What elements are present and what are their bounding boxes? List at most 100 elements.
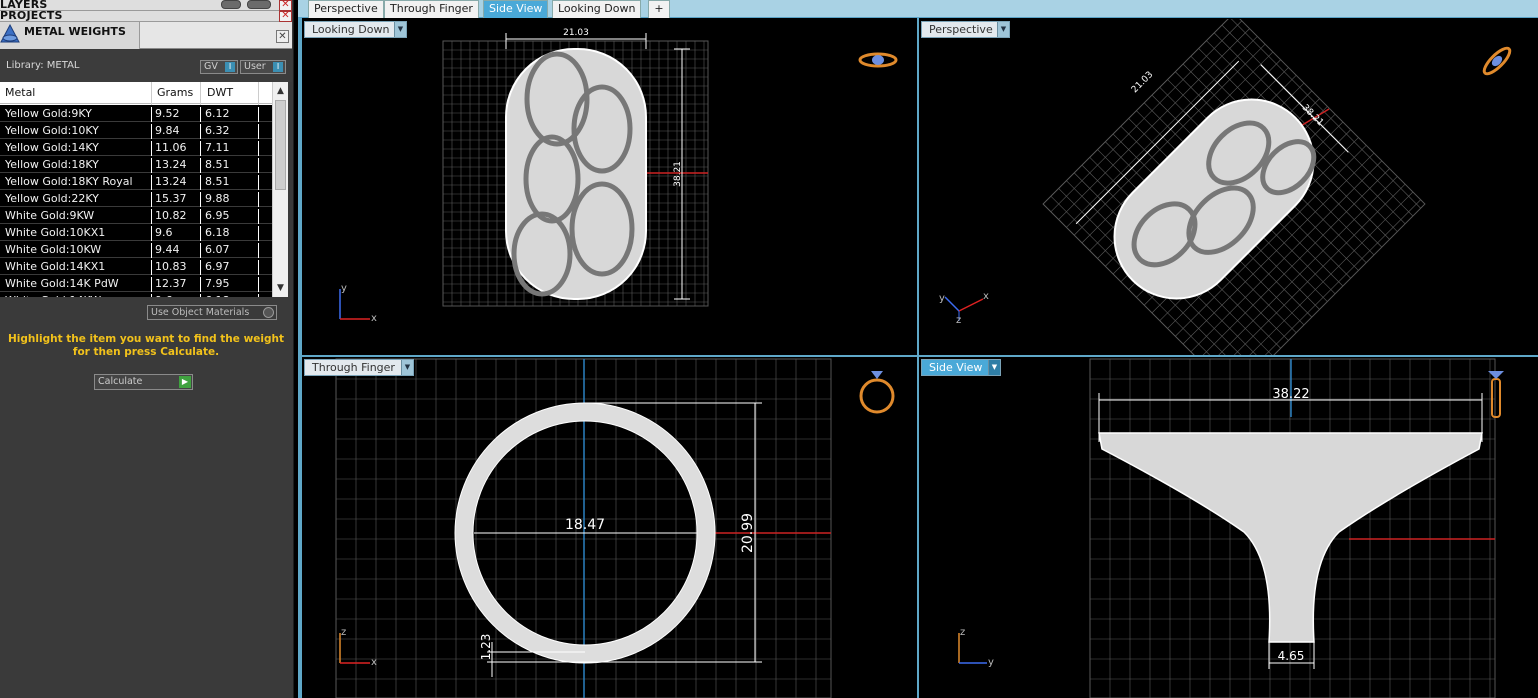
cell-dwt: 7.95 [205,277,230,290]
tab-side-view[interactable]: Side View [483,0,549,18]
scroll-down-icon[interactable]: ▼ [273,281,288,295]
tf-view-cube-icon[interactable] [859,371,895,414]
calculate-button[interactable]: Calculate ▶ [94,374,193,390]
scroll-thumb[interactable] [275,100,286,190]
library-row: Library: METAL GV I User I [0,50,292,82]
metal-weights-title: METAL WEIGHTS [24,25,126,38]
metal-weights-panel: LAYERS ✕ PROJECTS ✕ METAL WEIGHTS ✕ Libr… [0,0,294,698]
table-row[interactable]: White Gold:9KW 10.82 6.95 [0,207,272,226]
projects-close-icon[interactable]: ✕ [279,11,292,22]
cell-metal: Yellow Gold:22KY [5,192,99,205]
table-scrollbar[interactable]: ▲ ▼ [272,82,288,297]
persp-view-cube-icon[interactable] [1481,45,1514,78]
cell-metal: Yellow Gold:18KY [5,158,99,171]
cell-grams: 10.83 [155,260,187,273]
tab-perspective[interactable]: Perspective [308,0,384,18]
projects-header[interactable]: PROJECTS ✕ [0,9,292,22]
side-view-canvas: 38.22 4.65 z y [958,358,1504,698]
ring-side-profile [1098,432,1483,643]
sv-axis-z-label: z [960,627,965,638]
dropdown-arrow-icon[interactable]: ▼ [401,360,413,375]
viewport-label-text: Perspective [929,23,993,36]
through-finger-canvas: 18.47 20.99 1.23 z x [335,358,895,698]
viewport-label-through-finger[interactable]: Through Finger ▼ [304,359,414,376]
tf-inner-label: 18.47 [565,517,605,533]
eye-icon[interactable] [221,0,241,9]
user-label: User [244,61,266,72]
dropdown-arrow-icon[interactable]: ▼ [988,360,1000,375]
column-header-grams[interactable]: Grams [157,86,193,99]
metal-weights-icon [0,24,20,43]
tf-axis-z-label: z [341,627,346,638]
hint-text: Highlight the item you want to find the … [8,333,284,358]
viewport-perspective[interactable]: 21.03 38.21 y x z Perspective ▼ [919,19,1538,355]
toggle-icon: I [225,62,235,72]
cell-metal: White Gold:9KW [5,209,95,222]
table-row[interactable]: White Gold:14KW 9.6 6.18 [0,292,272,297]
add-tab-button[interactable]: + [648,0,670,18]
cell-grams: 15.37 [155,192,187,205]
viewport-label-side-view[interactable]: Side View ▼ [921,359,1001,376]
lock-icon[interactable] [247,0,271,9]
persp-axis-triad: y x z [939,291,989,326]
cell-grams: 9.6 [155,294,173,297]
ld-height-label: 38.21 [673,161,683,187]
cell-dwt: 9.88 [205,192,230,205]
cell-grams: 13.24 [155,158,187,171]
column-header-metal[interactable]: Metal [5,86,35,99]
metal-weights-tab[interactable]: METAL WEIGHTS [0,22,140,49]
table-row[interactable]: Yellow Gold:22KY 15.37 9.88 [0,190,272,209]
ld-view-cube-icon[interactable] [858,52,898,68]
ld-axis-triad: y x [339,283,377,324]
table-row[interactable]: White Gold:14K PdW 12.37 7.95 [0,275,272,294]
table-row[interactable]: White Gold:10KW 9.44 6.07 [0,241,272,260]
dropdown-arrow-icon[interactable]: ▼ [997,22,1009,37]
table-row[interactable]: Yellow Gold:9KY 9.52 6.12 [0,105,272,124]
dropdown-arrow-icon[interactable]: ▼ [394,22,406,37]
cell-grams: 9.6 [155,226,173,239]
viewport-label-perspective[interactable]: Perspective ▼ [921,21,1010,38]
cell-metal: White Gold:14KW [5,294,101,297]
table-row[interactable]: Yellow Gold:18KY 13.24 8.51 [0,156,272,175]
user-toggle[interactable]: User I [240,60,286,74]
table-row[interactable]: White Gold:10KX1 9.6 6.18 [0,224,272,243]
cell-dwt: 6.18 [205,226,230,239]
tf-thickness-label: 1.23 [479,634,493,661]
table-row[interactable]: Yellow Gold:18KY Royal 13.24 8.51 [0,173,272,192]
sv-axis-triad: z y [958,627,994,668]
sv-view-cube-icon[interactable] [1488,371,1504,418]
cell-metal: White Gold:10KX1 [5,226,106,239]
cell-dwt: 6.32 [205,124,230,137]
metal-table: Metal Grams DWT Yellow Gold:9KY 9.52 6.12 Y… [0,82,288,297]
cell-dwt: 8.51 [205,175,230,188]
cell-metal: Yellow Gold:9KY [5,107,92,120]
table-row[interactable]: Yellow Gold:10KY 9.84 6.32 [0,122,272,141]
tab-through-finger[interactable]: Through Finger [384,0,479,18]
persp-axis-z-label: z [956,315,961,326]
sv-bottom-label: 4.65 [1278,649,1305,663]
viewport-through-finger[interactable]: 18.47 20.99 1.23 z x Through Finger ▼ [302,357,917,698]
viewport-side-view[interactable]: 38.22 4.65 z y Side View ▼ [919,357,1538,698]
use-object-materials-button[interactable]: Use Object Materials [147,305,277,320]
column-header-dwt[interactable]: DWT [207,86,233,99]
table-header: Metal Grams DWT [0,82,272,104]
sv-axis-y-label: y [988,657,994,668]
tab-looking-down[interactable]: Looking Down [552,0,642,18]
gv-label: GV [204,61,218,72]
gv-toggle[interactable]: GV I [200,60,238,74]
viewport-looking-down[interactable]: 21.03 38.21 y x Looking Down ▼ [302,19,917,355]
cell-dwt: 6.95 [205,209,230,222]
ld-axis-x-label: x [371,313,377,324]
cell-metal: White Gold:14K PdW [5,277,119,290]
scroll-up-icon[interactable]: ▲ [273,84,288,98]
cell-grams: 12.37 [155,277,187,290]
viewport-label-looking-down[interactable]: Looking Down ▼ [304,21,407,38]
cell-metal: White Gold:14KX1 [5,260,106,273]
persp-axis-x-label: x [983,291,989,302]
table-row[interactable]: White Gold:14KX1 10.83 6.97 [0,258,272,277]
close-icon[interactable]: ✕ [276,30,289,43]
play-icon: ▶ [179,376,191,388]
metal-weights-header: METAL WEIGHTS ✕ [0,22,292,49]
cell-grams: 10.82 [155,209,187,222]
table-row[interactable]: Yellow Gold:14KY 11.06 7.11 [0,139,272,158]
